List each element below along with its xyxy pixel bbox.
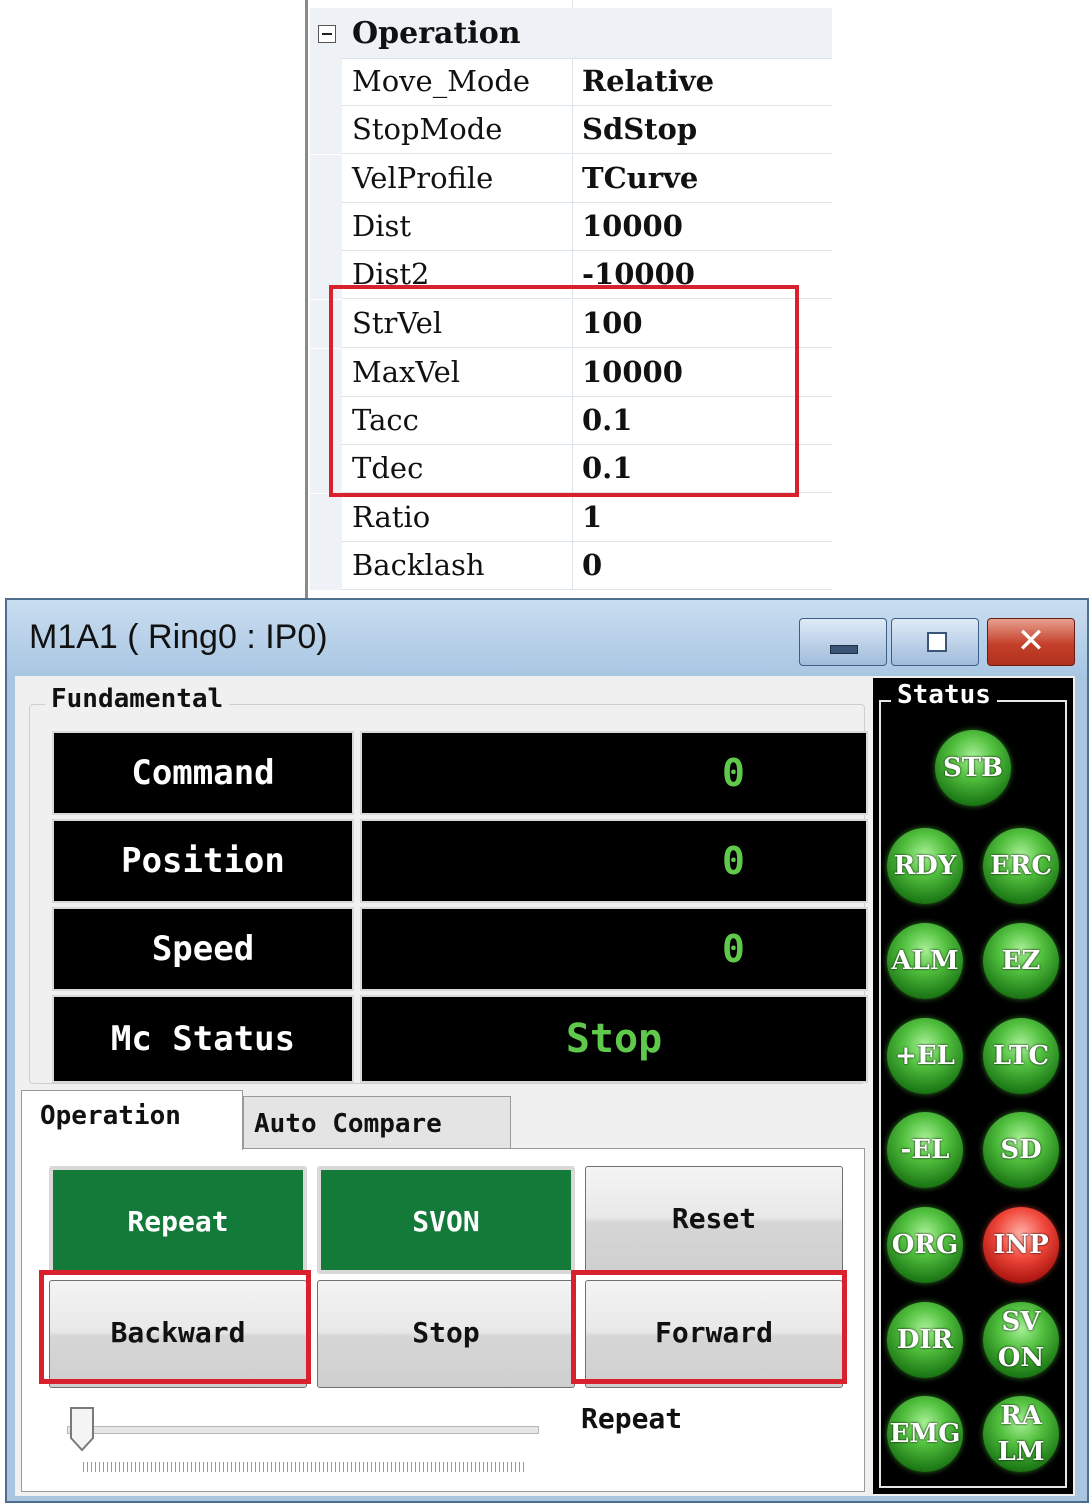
tab-operation[interactable]: Operation bbox=[21, 1090, 243, 1150]
property-row[interactable]: VelProfile TCurve bbox=[310, 155, 832, 203]
fundamental-legend: Fundamental bbox=[45, 684, 230, 714]
property-value[interactable]: TCurve bbox=[582, 161, 698, 195]
velocity-params-highlight bbox=[329, 285, 799, 497]
property-name: Ratio bbox=[352, 500, 431, 534]
maximize-button[interactable] bbox=[891, 618, 979, 666]
slider-ticks bbox=[83, 1462, 527, 1472]
mc-status-value: Stop bbox=[360, 995, 868, 1083]
led-alm: ALM bbox=[887, 923, 963, 999]
position-label: Position bbox=[52, 819, 354, 903]
property-name: Dist bbox=[352, 209, 412, 243]
led-ltc: LTC bbox=[983, 1018, 1059, 1094]
property-value[interactable]: Relative bbox=[582, 64, 714, 98]
status-panel: Status STB RDY ERC ALM EZ +EL LTC -EL SD… bbox=[873, 678, 1073, 1494]
led-dir: DIR bbox=[887, 1302, 963, 1378]
command-value: 0 bbox=[360, 731, 868, 815]
led-ez: EZ bbox=[983, 923, 1059, 999]
property-row[interactable]: Dist 10000 bbox=[310, 203, 832, 251]
close-icon: ✕ bbox=[1016, 621, 1046, 661]
stop-button[interactable]: Stop bbox=[317, 1280, 575, 1388]
position-value: 0 bbox=[360, 819, 868, 903]
led-label: -EL bbox=[900, 1135, 950, 1165]
led-plus-el: +EL bbox=[887, 1018, 963, 1094]
led-label: EZ bbox=[1001, 946, 1041, 976]
close-button[interactable]: ✕ bbox=[987, 618, 1075, 666]
property-name: Move_Mode bbox=[352, 64, 531, 98]
property-value[interactable]: 1 bbox=[582, 500, 602, 534]
backward-highlight bbox=[39, 1270, 311, 1384]
reset-button[interactable]: Reset bbox=[585, 1166, 843, 1274]
led-label: STB bbox=[942, 753, 1004, 783]
category-row-operation[interactable]: Operation bbox=[310, 8, 832, 59]
led-label: ALM bbox=[891, 946, 959, 976]
led-minus-el: -EL bbox=[887, 1112, 963, 1188]
led-label: ERC bbox=[989, 851, 1053, 881]
led-erc: ERC bbox=[983, 828, 1059, 904]
property-row[interactable]: Move_Mode Relative bbox=[310, 58, 832, 106]
led-label: DIR bbox=[896, 1325, 954, 1355]
led-label: SVON bbox=[997, 1307, 1045, 1373]
led-svon: SVON bbox=[983, 1302, 1059, 1378]
led-rdy: RDY bbox=[887, 828, 963, 904]
tab-auto-compare[interactable]: Auto Compare bbox=[243, 1096, 511, 1148]
fundamental-group: Command 0 Position 0 Speed 0 Mc Status S… bbox=[29, 704, 868, 1084]
speed-value: 0 bbox=[360, 907, 868, 991]
led-label: RALM bbox=[997, 1401, 1045, 1467]
forward-highlight bbox=[571, 1270, 847, 1384]
property-grid: Operation Move_Mode Relative StopMode Sd… bbox=[0, 0, 1091, 600]
collapse-icon[interactable] bbox=[318, 25, 336, 43]
speed-label: Speed bbox=[52, 907, 354, 991]
window-title: M1A1 ( Ring0 : IP0) bbox=[29, 618, 328, 656]
led-org: ORG bbox=[887, 1207, 963, 1283]
led-label: EMG bbox=[889, 1419, 961, 1449]
status-legend: Status bbox=[891, 680, 997, 710]
grid-left-border bbox=[305, 0, 308, 600]
window-client-area: Command 0 Position 0 Speed 0 Mc Status S… bbox=[15, 676, 1075, 1496]
repeat-slider-label: Repeat bbox=[581, 1402, 683, 1435]
led-label: INP bbox=[993, 1230, 1049, 1260]
led-ralm: RALM bbox=[983, 1396, 1059, 1472]
svon-button[interactable]: SVON bbox=[317, 1166, 575, 1274]
led-label: LTC bbox=[992, 1041, 1050, 1071]
led-emg: EMG bbox=[887, 1396, 963, 1472]
property-name: Backlash bbox=[352, 548, 485, 582]
led-label: ORG bbox=[891, 1230, 959, 1260]
minimize-button[interactable] bbox=[799, 618, 887, 666]
led-sd: SD bbox=[983, 1112, 1059, 1188]
property-name: StopMode bbox=[352, 112, 503, 146]
mc-status-label: Mc Status bbox=[52, 995, 354, 1083]
property-value[interactable]: 10000 bbox=[582, 209, 683, 243]
property-row[interactable]: Ratio 1 bbox=[310, 494, 832, 542]
title-bar[interactable]: M1A1 ( Ring0 : IP0) ✕ bbox=[7, 600, 1087, 676]
led-label: SD bbox=[1000, 1135, 1042, 1165]
led-inp: INP bbox=[983, 1207, 1059, 1283]
command-label: Command bbox=[52, 731, 354, 815]
led-stb: STB bbox=[935, 730, 1011, 806]
grid-top-split bbox=[572, 0, 573, 8]
category-label: Operation bbox=[352, 16, 521, 51]
property-name: VelProfile bbox=[352, 161, 494, 195]
repeat-button[interactable]: Repeat bbox=[49, 1166, 307, 1274]
property-value[interactable]: 0 bbox=[582, 548, 602, 582]
axis-window: M1A1 ( Ring0 : IP0) ✕ Command 0 Position… bbox=[5, 598, 1089, 1503]
property-row[interactable]: Backlash 0 bbox=[310, 542, 832, 590]
led-label: RDY bbox=[893, 851, 957, 881]
property-row[interactable]: StopMode SdStop bbox=[310, 106, 832, 154]
repeat-slider-track[interactable] bbox=[67, 1426, 539, 1434]
property-value[interactable]: SdStop bbox=[582, 112, 697, 146]
repeat-slider-thumb[interactable] bbox=[69, 1406, 95, 1452]
led-label: +EL bbox=[895, 1041, 955, 1071]
